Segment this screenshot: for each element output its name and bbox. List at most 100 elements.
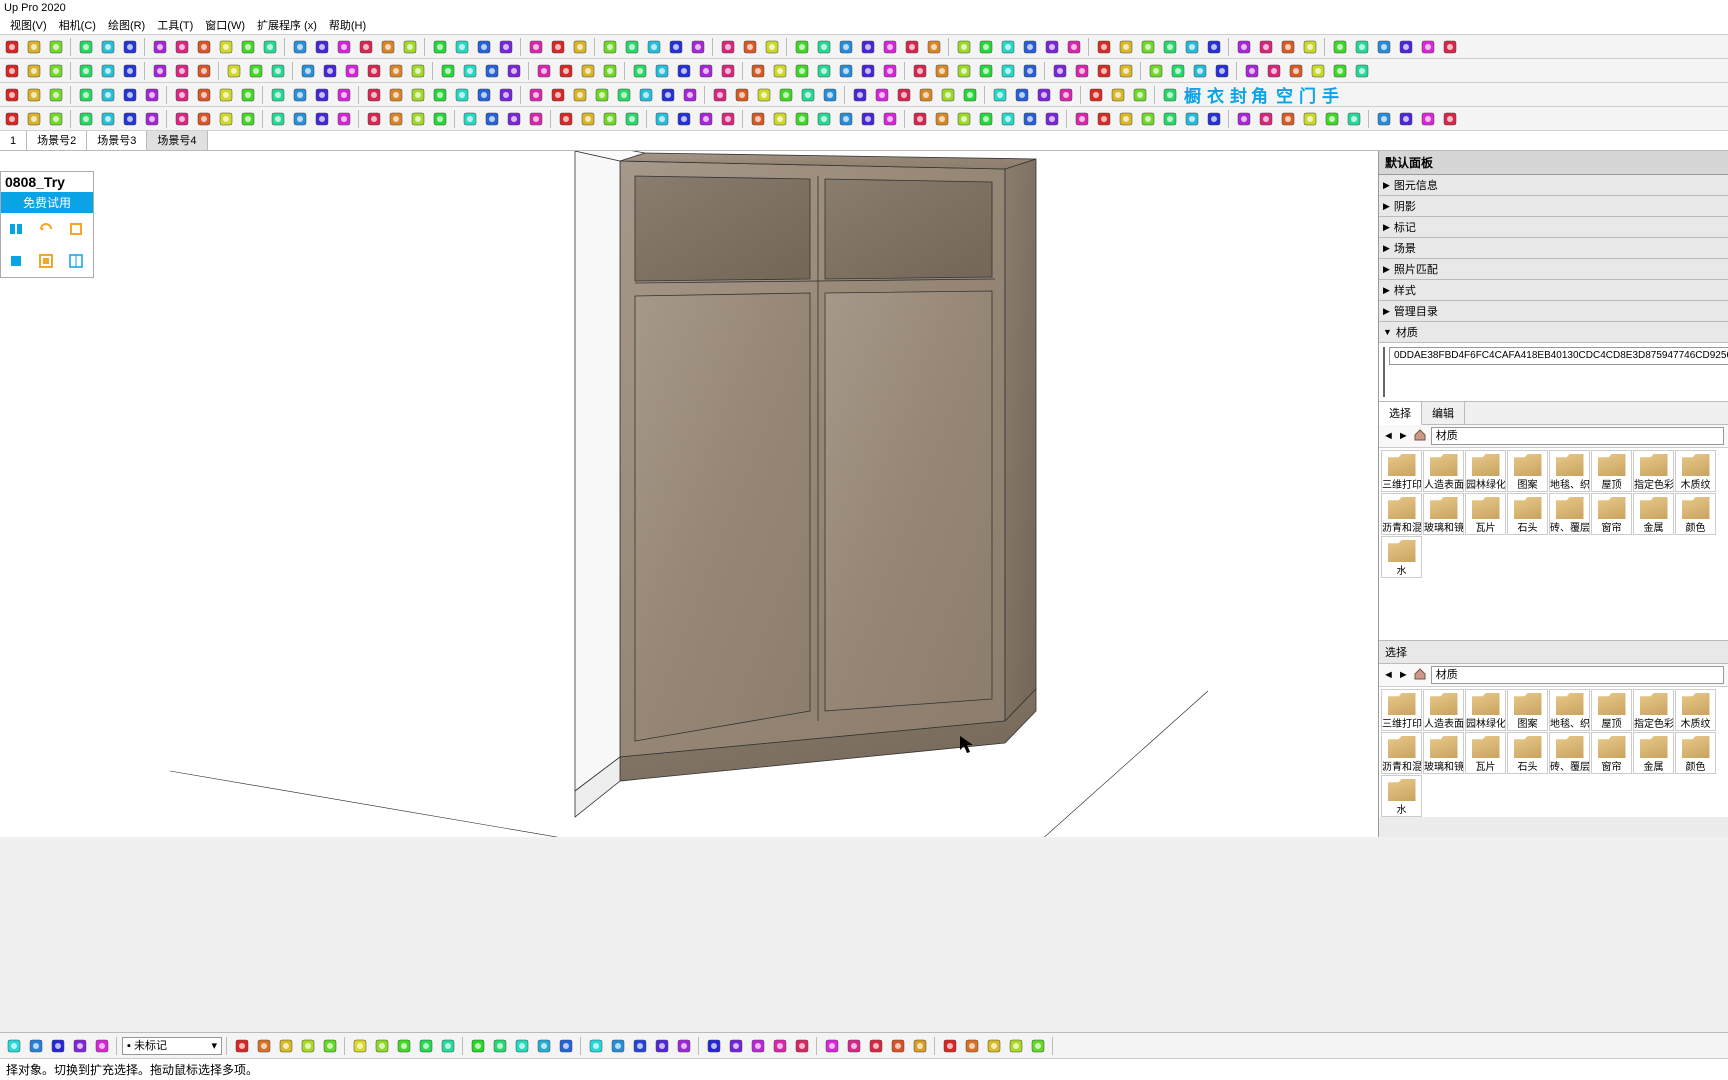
scene-tab[interactable]: 场景号2: [27, 131, 87, 150]
material-category[interactable]: 地毯、织: [1549, 450, 1590, 492]
toolbar-button[interactable]: [1064, 37, 1084, 57]
3d-viewport[interactable]: [0, 151, 1378, 837]
toolbar-button[interactable]: [1020, 37, 1040, 57]
bottom-tool-button[interactable]: [438, 1036, 458, 1056]
toolbar-button[interactable]: [142, 109, 162, 129]
toolbar-button[interactable]: [334, 37, 354, 57]
toolbar-button[interactable]: [386, 85, 406, 105]
toolbar-button[interactable]: [570, 85, 590, 105]
toolbar-button[interactable]: [880, 61, 900, 81]
toolbar-button[interactable]: [1108, 85, 1128, 105]
toolbar-button[interactable]: [976, 61, 996, 81]
toolbar-button[interactable]: [1234, 37, 1254, 57]
panel-icon-6[interactable]: [63, 249, 89, 273]
material-category[interactable]: 砖、覆层: [1549, 493, 1590, 535]
toolbar-button[interactable]: [172, 61, 192, 81]
text-tool-button[interactable]: 切角转: [1251, 84, 1272, 105]
extension-panel[interactable]: 0808_Try 免费试用: [0, 171, 94, 278]
text-tool-button[interactable]: 橱: [1182, 84, 1203, 105]
toolbar-button[interactable]: [1094, 109, 1114, 129]
toolbar-button[interactable]: [1086, 85, 1106, 105]
toolbar-button[interactable]: [556, 109, 576, 129]
menu-item[interactable]: 相机(C): [53, 17, 102, 34]
toolbar-button[interactable]: [652, 61, 672, 81]
toolbar-button[interactable]: [600, 37, 620, 57]
toolbar-button[interactable]: [290, 85, 310, 105]
menu-item[interactable]: 绘图(R): [102, 17, 151, 34]
bottom-tool-button[interactable]: [48, 1036, 68, 1056]
toolbar-button[interactable]: [150, 37, 170, 57]
toolbar-button[interactable]: [1396, 109, 1416, 129]
toolbar-button[interactable]: [312, 109, 332, 129]
toolbar-button[interactable]: [120, 37, 140, 57]
toolbar-button[interactable]: [194, 61, 214, 81]
toolbar-button[interactable]: [792, 61, 812, 81]
toolbar-button[interactable]: [740, 37, 760, 57]
toolbar-button[interactable]: [1020, 61, 1040, 81]
toolbar-button[interactable]: [578, 109, 598, 129]
material-category[interactable]: 园林绿化: [1465, 689, 1506, 731]
toolbar-button[interactable]: [592, 85, 612, 105]
toolbar-button[interactable]: [976, 109, 996, 129]
toolbar-button[interactable]: [268, 85, 288, 105]
toolbar-button[interactable]: [1138, 109, 1158, 129]
toolbar-button[interactable]: [1116, 61, 1136, 81]
toolbar-button[interactable]: [452, 85, 472, 105]
bottom-tool-button[interactable]: [394, 1036, 414, 1056]
material-category[interactable]: 木质纹: [1675, 689, 1716, 731]
toolbar-button[interactable]: [482, 61, 502, 81]
toolbar-button[interactable]: [1168, 61, 1188, 81]
toolbar-button[interactable]: [1418, 109, 1438, 129]
toolbar-button[interactable]: [658, 85, 678, 105]
toolbar-button[interactable]: [1190, 61, 1210, 81]
toolbar-button[interactable]: [814, 37, 834, 57]
toolbar-button[interactable]: [290, 109, 310, 129]
toolbar-button[interactable]: [1440, 109, 1460, 129]
toolbar-button[interactable]: [216, 85, 236, 105]
tray-section-header[interactable]: ▶标记: [1379, 217, 1728, 238]
bottom-tool-button[interactable]: [534, 1036, 554, 1056]
toolbar-button[interactable]: [798, 85, 818, 105]
toolbar-button[interactable]: [644, 37, 664, 57]
toolbar-button[interactable]: [924, 37, 944, 57]
material-category[interactable]: 窗帘: [1591, 493, 1632, 535]
toolbar-button[interactable]: [614, 85, 634, 105]
menu-item[interactable]: 视图(V): [4, 17, 53, 34]
material-category[interactable]: 屋顶: [1591, 450, 1632, 492]
toolbar-button[interactable]: [710, 85, 730, 105]
bottom-tool-button[interactable]: [652, 1036, 672, 1056]
toolbar-button[interactable]: [2, 37, 22, 57]
toolbar-button[interactable]: [1256, 37, 1276, 57]
scene-tab[interactable]: 场景号4: [147, 131, 207, 150]
material-category[interactable]: 园林绿化: [1465, 450, 1506, 492]
toolbar-button[interactable]: [216, 109, 236, 129]
toolbar-button[interactable]: [408, 61, 428, 81]
material-category[interactable]: 瓦片: [1465, 493, 1506, 535]
toolbar-button[interactable]: [578, 61, 598, 81]
material-category[interactable]: 指定色彩: [1633, 450, 1674, 492]
bottom-tool-button[interactable]: [792, 1036, 812, 1056]
bottom-tool-button[interactable]: [26, 1036, 46, 1056]
trial-badge[interactable]: 免费试用: [1, 192, 93, 213]
toolbar-button[interactable]: [1012, 85, 1032, 105]
toolbar-button[interactable]: [1256, 109, 1276, 129]
toolbar-button[interactable]: [46, 109, 66, 129]
toolbar-button[interactable]: [2, 109, 22, 129]
bottom-tool-button[interactable]: [350, 1036, 370, 1056]
bottom-tool-button[interactable]: [940, 1036, 960, 1056]
toolbar-button[interactable]: [238, 85, 258, 105]
bottom-tool-button[interactable]: [4, 1036, 24, 1056]
tray-header[interactable]: 默认面板: [1379, 151, 1728, 175]
material-category[interactable]: 沥青和混: [1381, 732, 1422, 774]
toolbar-button[interactable]: [504, 109, 524, 129]
toolbar-button[interactable]: [364, 61, 384, 81]
toolbar-button[interactable]: [76, 61, 96, 81]
toolbar-button[interactable]: [526, 85, 546, 105]
toolbar-button[interactable]: [120, 85, 140, 105]
scene-tab[interactable]: 场景号3: [87, 131, 147, 150]
tray-section-header[interactable]: ▶场景: [1379, 238, 1728, 259]
toolbar-button[interactable]: [98, 109, 118, 129]
toolbar-button[interactable]: [430, 85, 450, 105]
toolbar-button[interactable]: [858, 37, 878, 57]
materials-select-header[interactable]: 选择: [1379, 640, 1728, 664]
